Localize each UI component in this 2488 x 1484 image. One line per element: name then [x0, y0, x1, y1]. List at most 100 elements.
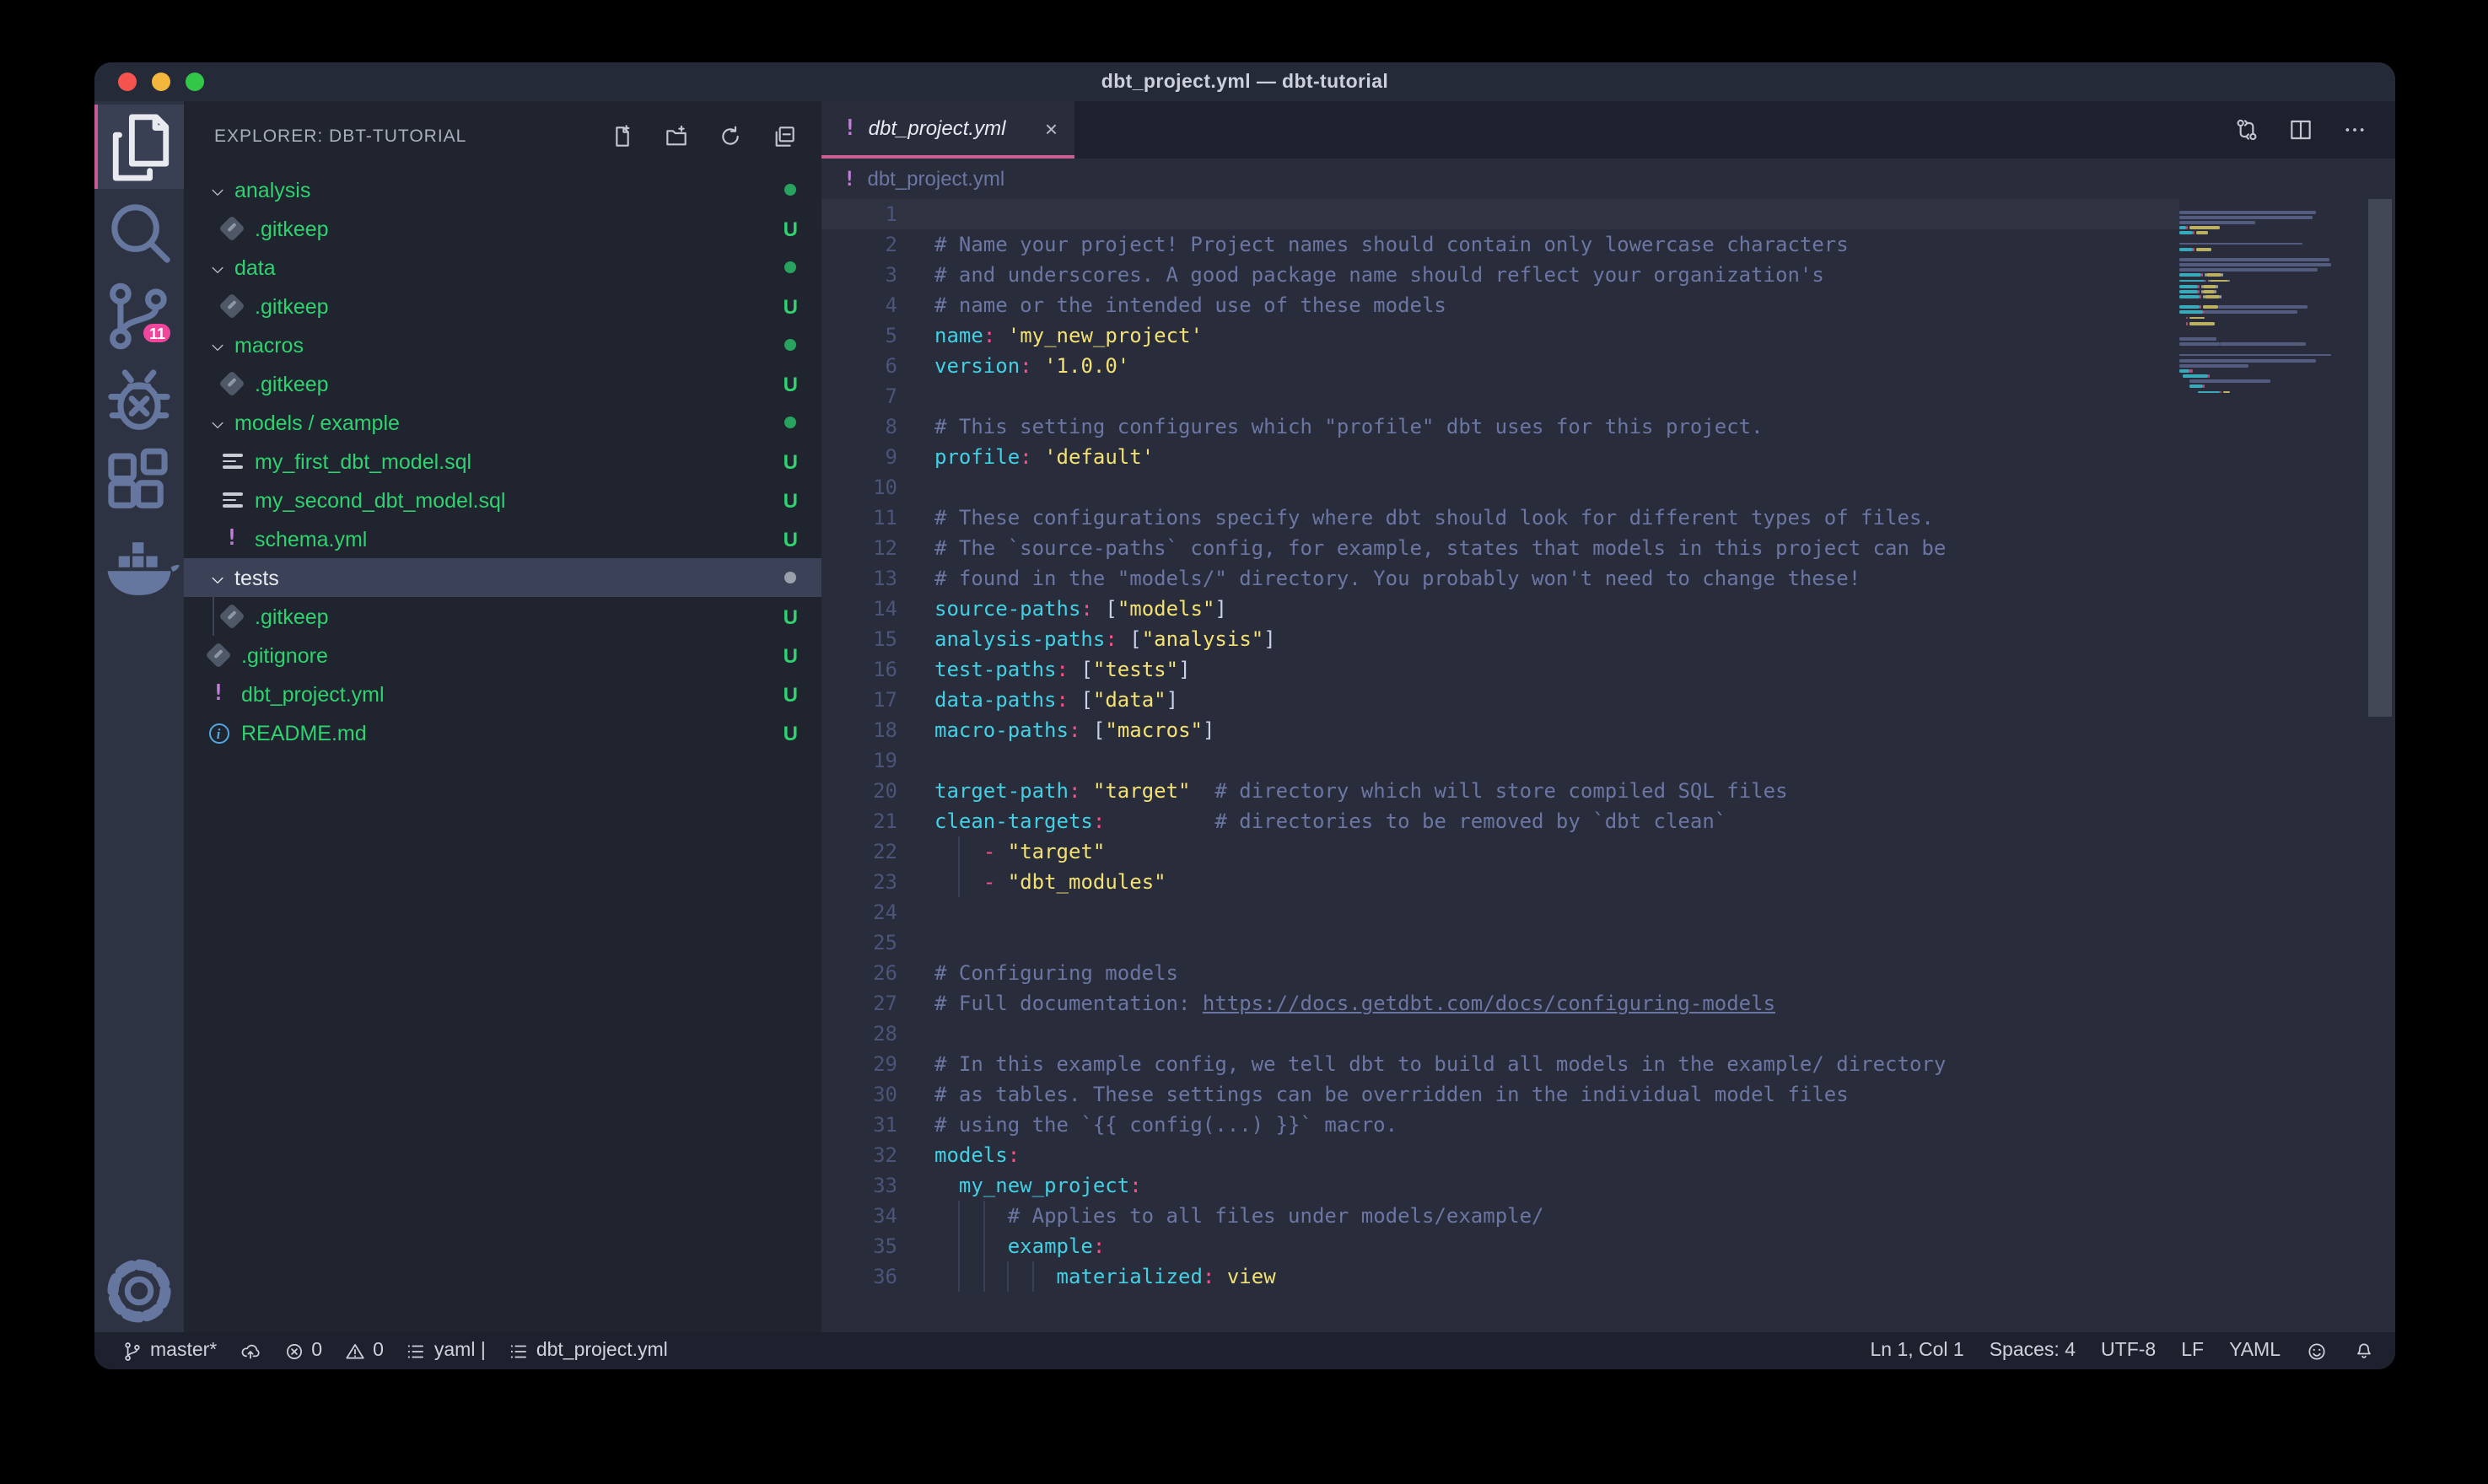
git-compare-icon[interactable]	[2233, 116, 2260, 143]
code-line-24[interactable]: 24	[821, 897, 2179, 928]
code-line-19[interactable]: 19	[821, 745, 2179, 776]
new-folder-icon[interactable]	[663, 122, 690, 149]
code-line-9[interactable]: 9profile: 'default'	[821, 442, 2179, 472]
code-line-36[interactable]: 36 materialized: view	[821, 1261, 2179, 1292]
code-line-25[interactable]: 25	[821, 928, 2179, 958]
activity-source-control[interactable]: 11	[94, 273, 184, 358]
git-file-icon	[218, 603, 245, 629]
git-modified-dot	[784, 572, 796, 583]
code-line-10[interactable]: 10	[821, 472, 2179, 503]
line-number: 5	[821, 320, 897, 351]
code-line-15[interactable]: 15analysis-paths: ["analysis"]	[821, 624, 2179, 654]
tree-folder-tests[interactable]: tests	[184, 558, 821, 597]
code-line-33[interactable]: 33 my_new_project:	[821, 1170, 2179, 1201]
code-line-28[interactable]: 28	[821, 1019, 2179, 1049]
tree-file-dbt-project-yml[interactable]: !dbt_project.ymlU	[184, 675, 821, 713]
status-error-count[interactable]: 0	[283, 1340, 322, 1362]
tree-file--gitignore[interactable]: .gitignoreU	[184, 636, 821, 675]
tree-file-schema-yml[interactable]: !schema.ymlU	[184, 519, 821, 558]
code-line-14[interactable]: 14source-paths: ["models"]	[821, 594, 2179, 624]
tree-folder-data[interactable]: data	[184, 248, 821, 287]
line-number: 2	[821, 229, 897, 260]
code-area[interactable]: 12# Name your project! Project names sho…	[821, 199, 2395, 1332]
status-encoding[interactable]: UTF-8	[2101, 1341, 2156, 1361]
tree-file--gitkeep[interactable]: .gitkeepU	[184, 287, 821, 325]
code-line-8[interactable]: 8# This setting configures which "profil…	[821, 411, 2179, 442]
status-cursor-position[interactable]: Ln 1, Col 1	[1870, 1341, 1963, 1361]
code-line-27[interactable]: 27# Full documentation: https://docs.get…	[821, 988, 2179, 1019]
status-publish-changes[interactable]	[239, 1340, 261, 1362]
tree-folder-analysis[interactable]: analysis	[184, 170, 821, 209]
tab-close-icon[interactable]: ×	[1045, 116, 1058, 141]
code-line-11[interactable]: 11# These configurations specify where d…	[821, 503, 2179, 533]
activity-debug[interactable]	[94, 358, 184, 442]
code-line-16[interactable]: 16test-paths: ["tests"]	[821, 654, 2179, 685]
tree-file-my-first-dbt-model-sql[interactable]: my_first_dbt_model.sqlU	[184, 442, 821, 481]
line-number: 25	[821, 928, 897, 958]
code-line-23[interactable]: 23 - "dbt_modules"	[821, 867, 2179, 897]
code-line-32[interactable]: 32models:	[821, 1140, 2179, 1170]
status-warning-count[interactable]: 0	[344, 1340, 384, 1362]
code-line-34[interactable]: 34 # Applies to all files under models/e…	[821, 1201, 2179, 1231]
breadcrumb-file-label: dbt_project.yml	[867, 167, 1004, 191]
breadcrumb[interactable]: ! dbt_project.yml	[821, 159, 2395, 199]
code-line-12[interactable]: 12# The `source-paths` config, for examp…	[821, 533, 2179, 563]
code-line-35[interactable]: 35 example:	[821, 1231, 2179, 1261]
code-line-20[interactable]: 20target-path: "target" # directory whic…	[821, 776, 2179, 806]
close-window-button[interactable]	[118, 73, 137, 91]
minimap[interactable]	[2179, 204, 2353, 395]
scrollbar-thumb[interactable]	[2368, 199, 2392, 717]
status-indentation[interactable]: Spaces: 4	[1990, 1341, 2076, 1361]
code-line-21[interactable]: 21clean-targets: # directories to be rem…	[821, 806, 2179, 836]
code-line-2[interactable]: 2# Name your project! Project names shou…	[821, 229, 2179, 260]
refresh-icon[interactable]	[717, 122, 744, 149]
status-language-mode[interactable]: YAML	[2229, 1341, 2281, 1361]
zoom-window-button[interactable]	[186, 73, 204, 91]
tree-file-my-second-dbt-model-sql[interactable]: my_second_dbt_model.sqlU	[184, 481, 821, 519]
line-number: 15	[821, 624, 897, 654]
tree-file--gitkeep[interactable]: .gitkeepU	[184, 209, 821, 248]
code-line-3[interactable]: 3# and underscores. A good package name …	[821, 260, 2179, 290]
code-line-7[interactable]: 7	[821, 381, 2179, 411]
code-line-6[interactable]: 6version: '1.0.0'	[821, 351, 2179, 381]
tree-file--gitkeep[interactable]: .gitkeepU	[184, 597, 821, 636]
tab-bar: ! dbt_project.yml ×	[821, 101, 2395, 159]
code-line-1[interactable]: 1	[821, 199, 2179, 229]
tree-folder-models-example[interactable]: models / example	[184, 403, 821, 442]
tab-dbt-project-yml[interactable]: ! dbt_project.yml ×	[821, 101, 1074, 159]
code-line-4[interactable]: 4# name or the intended use of these mod…	[821, 290, 2179, 320]
activity-search[interactable]	[94, 189, 184, 273]
tree-file--gitkeep[interactable]: .gitkeepU	[184, 364, 821, 403]
code-line-13[interactable]: 13# found in the "models/" directory. Yo…	[821, 563, 2179, 594]
split-editor-icon[interactable]	[2287, 116, 2314, 143]
code-line-29[interactable]: 29# In this example config, we tell dbt …	[821, 1049, 2179, 1079]
smiley-icon	[2306, 1340, 2328, 1362]
status-dbt-status[interactable]: dbt_project.yml	[508, 1340, 668, 1362]
activity-extensions[interactable]	[94, 442, 184, 526]
status-eol[interactable]: LF	[2181, 1341, 2204, 1361]
code-line-17[interactable]: 17data-paths: ["data"]	[821, 685, 2179, 715]
status-feedback[interactable]	[2306, 1340, 2328, 1362]
tree-file-readme-md[interactable]: iREADME.mdU	[184, 713, 821, 752]
new-file-icon[interactable]	[609, 122, 636, 149]
status-git-branch-status[interactable]: master*	[121, 1340, 217, 1362]
code-line-31[interactable]: 31# using the `{{ config(...) }}` macro.	[821, 1110, 2179, 1140]
minimize-window-button[interactable]	[152, 73, 170, 91]
status-notifications[interactable]	[2353, 1340, 2375, 1362]
code-line-5[interactable]: 5name: 'my_new_project'	[821, 320, 2179, 351]
code-line-26[interactable]: 26# Configuring models	[821, 958, 2179, 988]
search-icon	[94, 186, 184, 276]
status-yaml-status[interactable]: yaml |	[406, 1340, 486, 1362]
activity-docker[interactable]	[94, 526, 184, 610]
code-line-22[interactable]: 22 - "target"	[821, 836, 2179, 867]
activity-files[interactable]	[94, 105, 184, 189]
collapse-all-icon[interactable]	[771, 122, 798, 149]
code-line-30[interactable]: 30# as tables. These settings can be ove…	[821, 1079, 2179, 1110]
title-bar[interactable]: dbt_project.yml — dbt-tutorial	[94, 62, 2395, 101]
tree-item-label: .gitignore	[241, 643, 784, 667]
activity-settings[interactable]	[94, 1248, 184, 1332]
more-actions-icon[interactable]	[2341, 116, 2368, 143]
vertical-scrollbar[interactable]	[2367, 199, 2394, 1332]
code-line-18[interactable]: 18macro-paths: ["macros"]	[821, 715, 2179, 745]
tree-folder-macros[interactable]: macros	[184, 325, 821, 364]
